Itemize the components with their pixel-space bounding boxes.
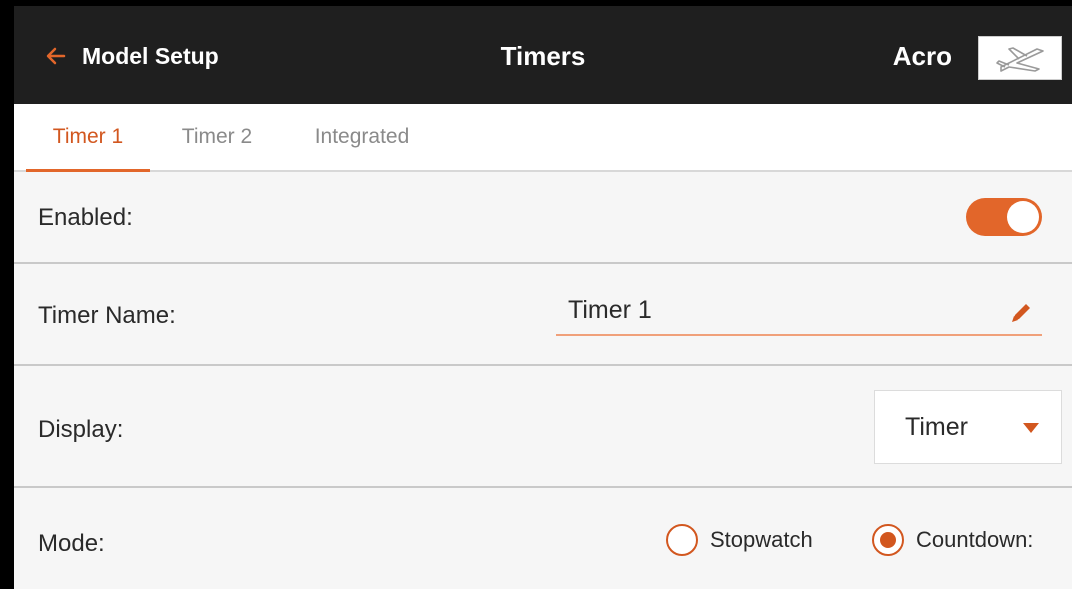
timer-name-label: Timer Name: [38, 302, 176, 329]
tab-timer-2[interactable]: Timer 2 [162, 104, 272, 170]
model-name: Acro [892, 41, 952, 71]
back-arrow-icon [46, 47, 66, 65]
display-row: Display: Timer [14, 366, 1072, 488]
mode-option-countdown[interactable]: Countdown: [872, 524, 1033, 556]
back-button-label: Model Setup [82, 42, 219, 69]
chevron-down-icon [1023, 423, 1039, 433]
radio-stopwatch[interactable] [666, 524, 698, 556]
timers-screen: Model Setup Timers Acro Timer 1 Timer 2 … [14, 0, 1072, 589]
airplane-icon [996, 47, 1044, 72]
enabled-row: Enabled: [14, 172, 1072, 264]
back-button[interactable]: Model Setup [44, 36, 219, 76]
tab-integrated[interactable]: Integrated [292, 104, 432, 170]
stopwatch-label: Stopwatch [710, 527, 813, 552]
pencil-icon[interactable] [1008, 300, 1034, 326]
toggle-knob [1007, 201, 1039, 233]
display-selected-value: Timer [905, 413, 968, 441]
mode-label: Mode: [38, 530, 105, 557]
timer-name-field[interactable]: Timer 1 [556, 292, 1042, 336]
tab-timer-1[interactable]: Timer 1 [26, 104, 150, 172]
enabled-toggle[interactable] [966, 198, 1042, 236]
countdown-label: Countdown: [916, 527, 1034, 552]
enabled-label: Enabled: [38, 204, 133, 231]
timer-name-row: Timer Name: Timer 1 [14, 264, 1072, 366]
model-thumbnail[interactable] [978, 36, 1062, 80]
display-dropdown[interactable]: Timer [874, 390, 1062, 464]
timer-name-value: Timer 1 [568, 296, 652, 324]
header-bar: Model Setup Timers Acro [14, 0, 1072, 104]
app-frame: Model Setup Timers Acro Timer 1 Timer 2 … [0, 0, 1072, 589]
mode-option-stopwatch[interactable]: Stopwatch [666, 524, 813, 556]
display-label: Display: [38, 416, 124, 443]
tab-bar: Timer 1 Timer 2 Integrated [14, 104, 1072, 172]
screen-bezel [0, 0, 14, 589]
radio-countdown[interactable] [872, 524, 904, 556]
mode-row: Mode: Stopwatch Countdown: [14, 488, 1072, 589]
